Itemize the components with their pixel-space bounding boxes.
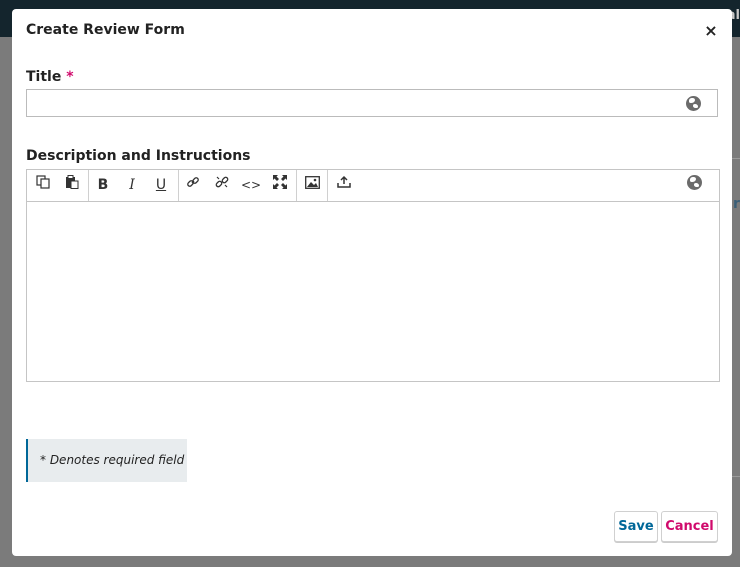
create-review-form-modal: Create Review Form × Title * Description… xyxy=(12,9,732,556)
rich-text-editor: B I U <> xyxy=(26,169,720,382)
background-divider xyxy=(732,476,740,477)
upload-icon[interactable] xyxy=(332,174,356,196)
copy-icon[interactable] xyxy=(31,174,55,196)
title-label: Title * xyxy=(26,69,74,85)
globe-icon[interactable] xyxy=(687,175,702,190)
editor-toolbar: B I U <> xyxy=(27,170,719,202)
modal-title: Create Review Form xyxy=(26,22,185,38)
required-marker: * xyxy=(66,69,74,85)
italic-icon[interactable]: I xyxy=(120,174,144,196)
close-button[interactable]: × xyxy=(704,23,718,39)
underline-icon[interactable]: U xyxy=(149,174,173,196)
cancel-button[interactable]: Cancel xyxy=(661,511,718,542)
paste-icon[interactable] xyxy=(60,174,84,196)
code-icon[interactable]: <> xyxy=(239,174,263,196)
globe-icon[interactable] xyxy=(686,96,701,111)
image-icon[interactable] xyxy=(300,174,324,196)
save-button[interactable]: Save xyxy=(614,511,658,542)
description-label: Description and Instructions xyxy=(26,148,251,164)
toolbar-separator xyxy=(88,170,89,201)
bold-icon[interactable]: B xyxy=(91,174,115,196)
fullscreen-icon[interactable] xyxy=(268,174,292,196)
background-link-fragment: r xyxy=(733,196,740,212)
description-editor-area[interactable] xyxy=(27,203,719,381)
title-input[interactable] xyxy=(26,89,718,117)
background-divider xyxy=(732,158,740,159)
link-icon[interactable] xyxy=(181,174,205,196)
toolbar-separator xyxy=(296,170,297,201)
title-label-text: Title xyxy=(26,69,62,85)
toolbar-separator xyxy=(178,170,179,201)
toolbar-separator xyxy=(327,170,328,201)
unlink-icon[interactable] xyxy=(210,174,234,196)
required-field-notice: * Denotes required field xyxy=(26,439,187,482)
